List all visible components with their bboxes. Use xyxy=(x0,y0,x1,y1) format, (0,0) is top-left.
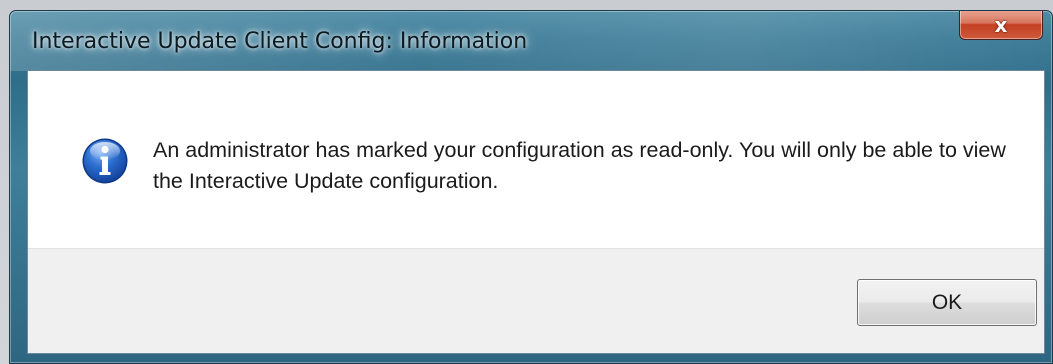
ok-button[interactable]: OK xyxy=(857,279,1037,326)
window-title: Interactive Update Client Config: Inform… xyxy=(32,29,528,54)
button-bar: OK xyxy=(28,248,1044,353)
dialog-message: An administrator has marked your configu… xyxy=(153,138,1006,193)
title-bar[interactable]: Interactive Update Client Config: Inform… xyxy=(10,11,1052,69)
message-area: An administrator has marked your configu… xyxy=(28,71,1044,248)
close-icon: x xyxy=(994,13,1008,37)
close-button[interactable]: x xyxy=(959,11,1043,40)
dialog-client-area: An administrator has marked your configu… xyxy=(27,70,1045,354)
dialog-window: Interactive Update Client Config: Inform… xyxy=(9,10,1053,364)
info-icon xyxy=(82,138,128,184)
